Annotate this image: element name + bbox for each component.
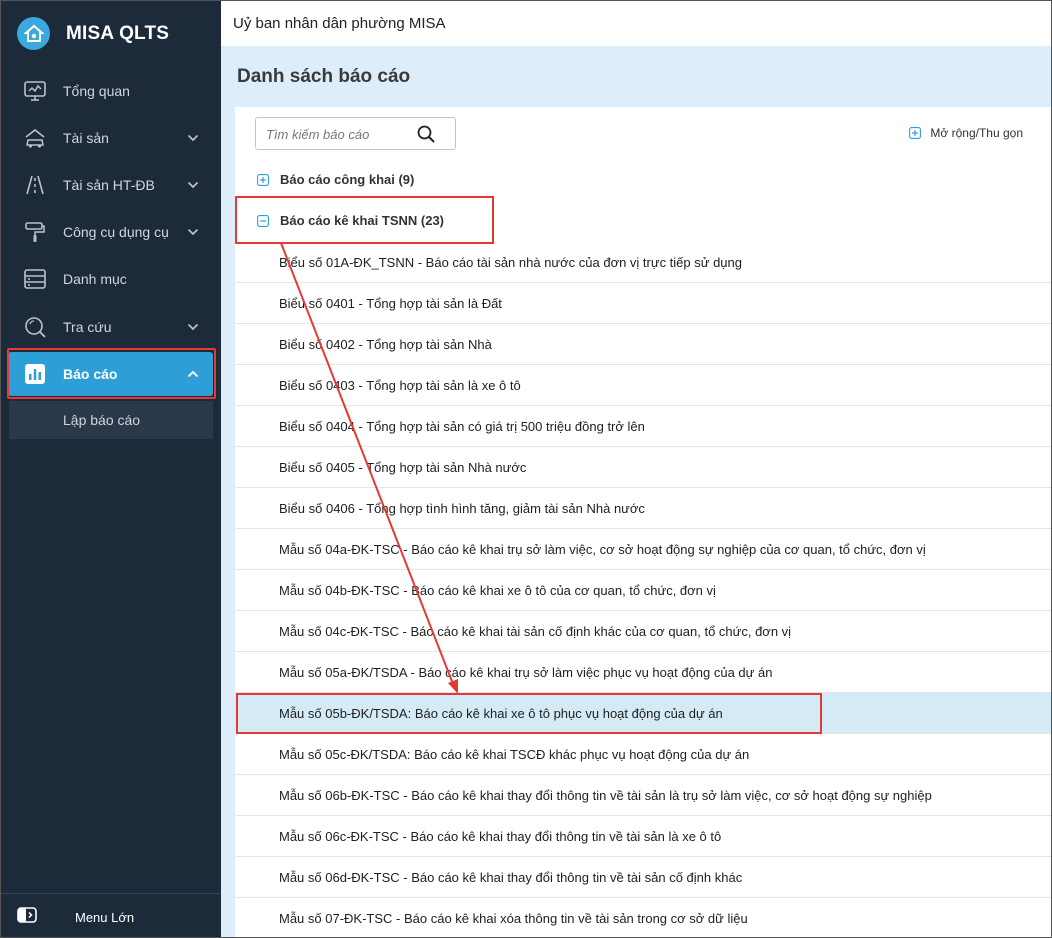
- report-label: Biểu số 01A-ĐK_TSNN - Báo cáo tài sản nh…: [279, 255, 742, 270]
- sidebar-item-tai-san-ht-db[interactable]: Tài sản HT-ĐB: [8, 163, 213, 207]
- report-label: Mẫu số 06d-ĐK-TSC - Báo cáo kê khai thay…: [279, 870, 743, 885]
- report-row[interactable]: Biểu số 0404 - Tổng hợp tài sản có giá t…: [235, 406, 1052, 447]
- sidebar-item-label: Công cụ dụng cụ: [63, 224, 169, 240]
- report-label: Mẫu số 04a-ĐK-TSC - Báo cáo kê khai trụ …: [279, 542, 926, 557]
- list-icon: [24, 269, 46, 289]
- report-row[interactable]: Mẫu số 07-ĐK-TSC - Báo cáo kê khai xóa t…: [235, 898, 1052, 938]
- report-label: Mẫu số 06c-ĐK-TSC - Báo cáo kê khai thay…: [279, 829, 722, 844]
- report-row[interactable]: Mẫu số 04c-ĐK-TSC - Báo cáo kê khai tài …: [235, 611, 1052, 652]
- report-label: Mẫu số 06b-ĐK-TSC - Báo cáo kê khai thay…: [279, 788, 932, 803]
- sidebar-item-cong-cu-dung-cu[interactable]: Công cụ dụng cụ: [8, 210, 213, 254]
- report-row[interactable]: Biểu số 0403 - Tổng hợp tài sản là xe ô …: [235, 365, 1052, 406]
- report-row[interactable]: Mẫu số 06c-ĐK-TSC - Báo cáo kê khai thay…: [235, 816, 1052, 857]
- sidebar-item-label: Báo cáo: [63, 366, 118, 382]
- report-row-selected[interactable]: Mẫu số 05b-ĐK/TSDA: Báo cáo kê khai xe ô…: [235, 693, 1052, 734]
- chevron-down-icon: [187, 228, 199, 236]
- sidebar: MISA QLTS Tổng quan Tài sản Tài sản HT-Đ…: [0, 0, 221, 938]
- app-logo[interactable]: MISA QLTS: [17, 17, 169, 50]
- page-title: Danh sách báo cáo: [237, 66, 411, 87]
- sidebar-item-danh-muc[interactable]: Danh mục: [8, 257, 213, 301]
- sidebar-item-label: Tra cứu: [63, 319, 112, 335]
- sidebar-item-tra-cuu[interactable]: Tra cứu: [8, 305, 213, 349]
- search-input[interactable]: [266, 125, 416, 143]
- sidebar-item-label: Tài sản HT-ĐB: [63, 177, 155, 193]
- report-label: Biểu số 0402 - Tổng hợp tài sản Nhà: [279, 337, 492, 352]
- main-content: Danh sách báo cáo Mở rộng/Thu gọn: [221, 46, 1052, 938]
- report-label: Biểu số 0401 - Tổng hợp tài sản là Đất: [279, 296, 502, 311]
- car-house-icon: [25, 128, 45, 148]
- report-label: Mẫu số 07-ĐK-TSC - Báo cáo kê khai xóa t…: [279, 911, 748, 926]
- road-icon: [26, 175, 44, 195]
- expand-collapse-button[interactable]: Mở rộng/Thu gọn: [909, 126, 1023, 140]
- header: Uỷ ban nhân dân phường MISA: [221, 0, 1052, 46]
- report-label: Mẫu số 04c-ĐK-TSC - Báo cáo kê khai tài …: [279, 624, 792, 639]
- report-label: Biểu số 0405 - Tổng hợp tài sản Nhà nước: [279, 460, 527, 475]
- plus-square-icon: [909, 127, 922, 139]
- report-row[interactable]: Biểu số 01A-ĐK_TSNN - Báo cáo tài sản nh…: [235, 242, 1052, 283]
- bar-chart-icon: [25, 364, 45, 384]
- sidebar-item-tong-quan[interactable]: Tổng quan: [8, 69, 213, 113]
- expand-collapse-label: Mở rộng/Thu gọn: [930, 126, 1023, 140]
- report-row[interactable]: Mẫu số 06d-ĐK-TSC - Báo cáo kê khai thay…: [235, 857, 1052, 898]
- chevron-down-icon: [187, 134, 199, 142]
- sidebar-item-bao-cao[interactable]: Báo cáo: [8, 352, 213, 396]
- sidebar-item-tai-san[interactable]: Tài sản: [8, 116, 213, 160]
- group-label: Báo cáo kê khai TSNN (23): [280, 213, 444, 228]
- report-label: Mẫu số 05c-ĐK/TSDA: Báo cáo kê khai TSCĐ…: [279, 747, 750, 762]
- group-label: Báo cáo công khai (9): [280, 172, 415, 187]
- sidebar-item-label: Danh mục: [63, 271, 127, 287]
- collapse-minus-icon: [257, 215, 269, 227]
- search-box: [255, 117, 456, 150]
- report-row[interactable]: Biểu số 0406 - Tổng hợp tình hình tăng, …: [235, 488, 1052, 529]
- report-row[interactable]: Mẫu số 05a-ĐK/TSDA - Báo cáo kê khai trụ…: [235, 652, 1052, 693]
- report-panel: Mở rộng/Thu gọn Báo cáo công khai (9) Bá…: [235, 107, 1052, 938]
- monitor-icon: [24, 81, 46, 101]
- report-row[interactable]: Mẫu số 05c-ĐK/TSDA: Báo cáo kê khai TSCĐ…: [235, 734, 1052, 775]
- sidebar-subitem-label: Lập báo cáo: [63, 412, 141, 428]
- chevron-up-icon: [187, 370, 199, 378]
- group-bao-cao-cong-khai[interactable]: Báo cáo công khai (9): [235, 160, 1052, 200]
- report-row[interactable]: Mẫu số 04b-ĐK-TSC - Báo cáo kê khai xe ô…: [235, 570, 1052, 611]
- sidebar-item-label: Tổng quan: [63, 83, 130, 99]
- search-icon: [25, 317, 46, 338]
- chevron-down-icon: [187, 323, 199, 331]
- menu-toggle[interactable]: Menu Lớn: [0, 893, 221, 938]
- report-label: Biểu số 0404 - Tổng hợp tài sản có giá t…: [279, 419, 645, 434]
- report-row[interactable]: Biểu số 0405 - Tổng hợp tài sản Nhà nước: [235, 447, 1052, 488]
- sidebar-item-label: Tài sản: [63, 130, 109, 146]
- group-bao-cao-ke-khai-tsnn[interactable]: Báo cáo kê khai TSNN (23): [235, 201, 1052, 241]
- report-label: Mẫu số 05a-ĐK/TSDA - Báo cáo kê khai trụ…: [279, 665, 773, 680]
- report-row[interactable]: Biểu số 0401 - Tổng hợp tài sản là Đất: [235, 283, 1052, 324]
- chevron-down-icon: [187, 181, 199, 189]
- report-row[interactable]: Mẫu số 06b-ĐK-TSC - Báo cáo kê khai thay…: [235, 775, 1052, 816]
- search-icon[interactable]: [417, 125, 435, 143]
- report-label: Mẫu số 05b-ĐK/TSDA: Báo cáo kê khai xe ô…: [279, 706, 723, 721]
- misa-logo-icon: [17, 17, 50, 50]
- organization-name: Uỷ ban nhân dân phường MISA: [233, 15, 446, 32]
- report-row[interactable]: Biểu số 0402 - Tổng hợp tài sản Nhà: [235, 324, 1052, 365]
- sidebar-toggle-icon: [17, 907, 37, 923]
- report-row[interactable]: Mẫu số 04a-ĐK-TSC - Báo cáo kê khai trụ …: [235, 529, 1052, 570]
- app-name: MISA QLTS: [66, 22, 170, 44]
- menu-toggle-label: Menu Lớn: [75, 910, 135, 925]
- report-label: Biểu số 0406 - Tổng hợp tình hình tăng, …: [279, 501, 645, 516]
- expand-plus-icon: [257, 174, 269, 186]
- report-label: Mẫu số 04b-ĐK-TSC - Báo cáo kê khai xe ô…: [279, 583, 716, 598]
- report-label: Biểu số 0403 - Tổng hợp tài sản là xe ô …: [279, 378, 521, 393]
- sidebar-subitem-lap-bao-cao[interactable]: Lập báo cáo: [9, 401, 213, 439]
- paint-roller-icon: [25, 222, 45, 242]
